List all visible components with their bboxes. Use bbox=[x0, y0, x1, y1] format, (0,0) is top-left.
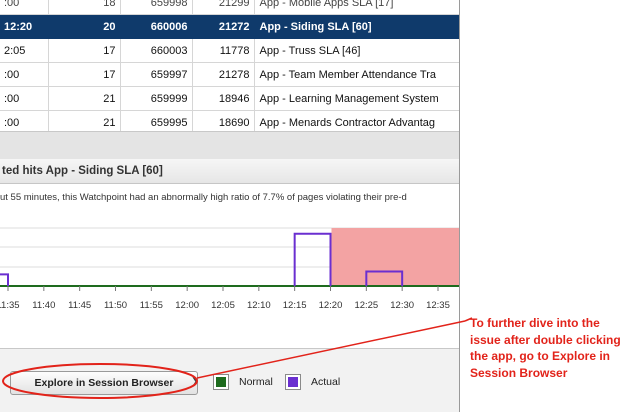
chart-x-tick-label: 12:35 bbox=[426, 300, 450, 311]
chart-x-tick-label: 12:05 bbox=[211, 300, 235, 311]
table-row[interactable]: :00 18 659998 21299 App - Mobile Apps SLA [1… bbox=[0, 0, 459, 15]
chart-x-tick-label: 12:30 bbox=[390, 300, 414, 311]
chart-x-tick-label: 12:20 bbox=[319, 300, 343, 311]
cell-time: :00 bbox=[0, 86, 49, 111]
chart-x-tick-label: 11:50 bbox=[104, 300, 127, 311]
cell-time: :00 bbox=[0, 0, 49, 15]
cell-hits: 11778 bbox=[192, 38, 255, 63]
chart-x-tick-label: 12:00 bbox=[175, 300, 199, 311]
cell-id: 660003 bbox=[120, 38, 193, 63]
actual-series-bar bbox=[293, 232, 332, 286]
cell-id: 659999 bbox=[120, 86, 193, 111]
legend-normal-label: Normal bbox=[239, 376, 273, 388]
actual-series-bar bbox=[0, 273, 9, 286]
cell-count: 21 bbox=[48, 86, 121, 111]
chart-x-tick-label: 11:40 bbox=[32, 300, 55, 311]
chart-x-tick-label: 11:35 bbox=[0, 300, 20, 311]
explore-session-browser-button[interactable]: Explore in Session Browser bbox=[10, 371, 198, 395]
cell-time: 12:20 bbox=[0, 14, 49, 39]
cell-id: 660006 bbox=[120, 14, 193, 39]
cell-app: App - Siding SLA [60] bbox=[254, 14, 459, 39]
chevron-right-icon[interactable]: ❯ bbox=[191, 376, 199, 388]
cell-hits: 21278 bbox=[192, 62, 255, 87]
cell-app: App - Truss SLA [46] bbox=[254, 38, 459, 63]
cell-count: 17 bbox=[48, 62, 121, 87]
chart-x-tick-label: 12:15 bbox=[283, 300, 307, 311]
actual-legend-swatch bbox=[285, 374, 301, 390]
chart-highlight-band bbox=[331, 228, 459, 286]
chart-x-tick-label: 11:45 bbox=[68, 300, 91, 311]
cell-count: 20 bbox=[48, 14, 121, 39]
cell-count: 17 bbox=[48, 38, 121, 63]
cell-id: 659997 bbox=[120, 62, 193, 87]
cell-id: 659998 bbox=[120, 0, 193, 15]
callout-annotation: To further dive into the issue after dou… bbox=[470, 316, 621, 380]
normal-legend-swatch bbox=[213, 374, 229, 390]
legend-actual-label: Actual bbox=[311, 376, 341, 388]
chart-x-tick-label: 12:10 bbox=[247, 300, 271, 311]
hits-chart: 11:35 11:40 11:45 11:50 11:55 12:00 12:05 12:10… bbox=[0, 227, 459, 311]
cell-app: App - Mobile Apps SLA [17] bbox=[254, 0, 459, 15]
cell-time: 2:05 bbox=[0, 38, 49, 63]
detail-header: ted hits App - Siding SLA [60] bbox=[0, 159, 459, 184]
table-row[interactable]: 12:20 20 660006 21272 App - Siding SLA [60] bbox=[0, 14, 459, 39]
table-row[interactable]: :00 21 659999 18946 App - Learning Managemen… bbox=[0, 86, 459, 111]
cell-count: 18 bbox=[48, 0, 121, 15]
table-row[interactable]: :00 17 659997 21278 App - Team Member Attend… bbox=[0, 62, 459, 87]
cell-hits: 21272 bbox=[192, 14, 255, 39]
cell-hits: 18946 bbox=[192, 86, 255, 111]
panel-splitter[interactable] bbox=[0, 131, 459, 160]
chart-x-tick-label: 12:25 bbox=[354, 300, 378, 311]
chart-x-tick-label: 11:55 bbox=[140, 300, 163, 311]
cell-hits: 21299 bbox=[192, 0, 255, 15]
table-row[interactable]: 2:05 17 660003 11778 App - Truss SLA [46] bbox=[0, 38, 459, 63]
detail-description: ut 55 minutes, this Watchpoint had an ab… bbox=[0, 192, 407, 203]
cell-time: :00 bbox=[0, 62, 49, 87]
cell-app: App - Learning Management System bbox=[254, 86, 459, 111]
watchpoint-table: :00 18 659998 21299 App - Mobile Apps SLA [1… bbox=[0, 0, 459, 135]
watchpoint-panel: :00 18 659998 21299 App - Mobile Apps SLA [1… bbox=[0, 0, 460, 412]
cell-app: App - Team Member Attendance Tra bbox=[254, 62, 459, 87]
